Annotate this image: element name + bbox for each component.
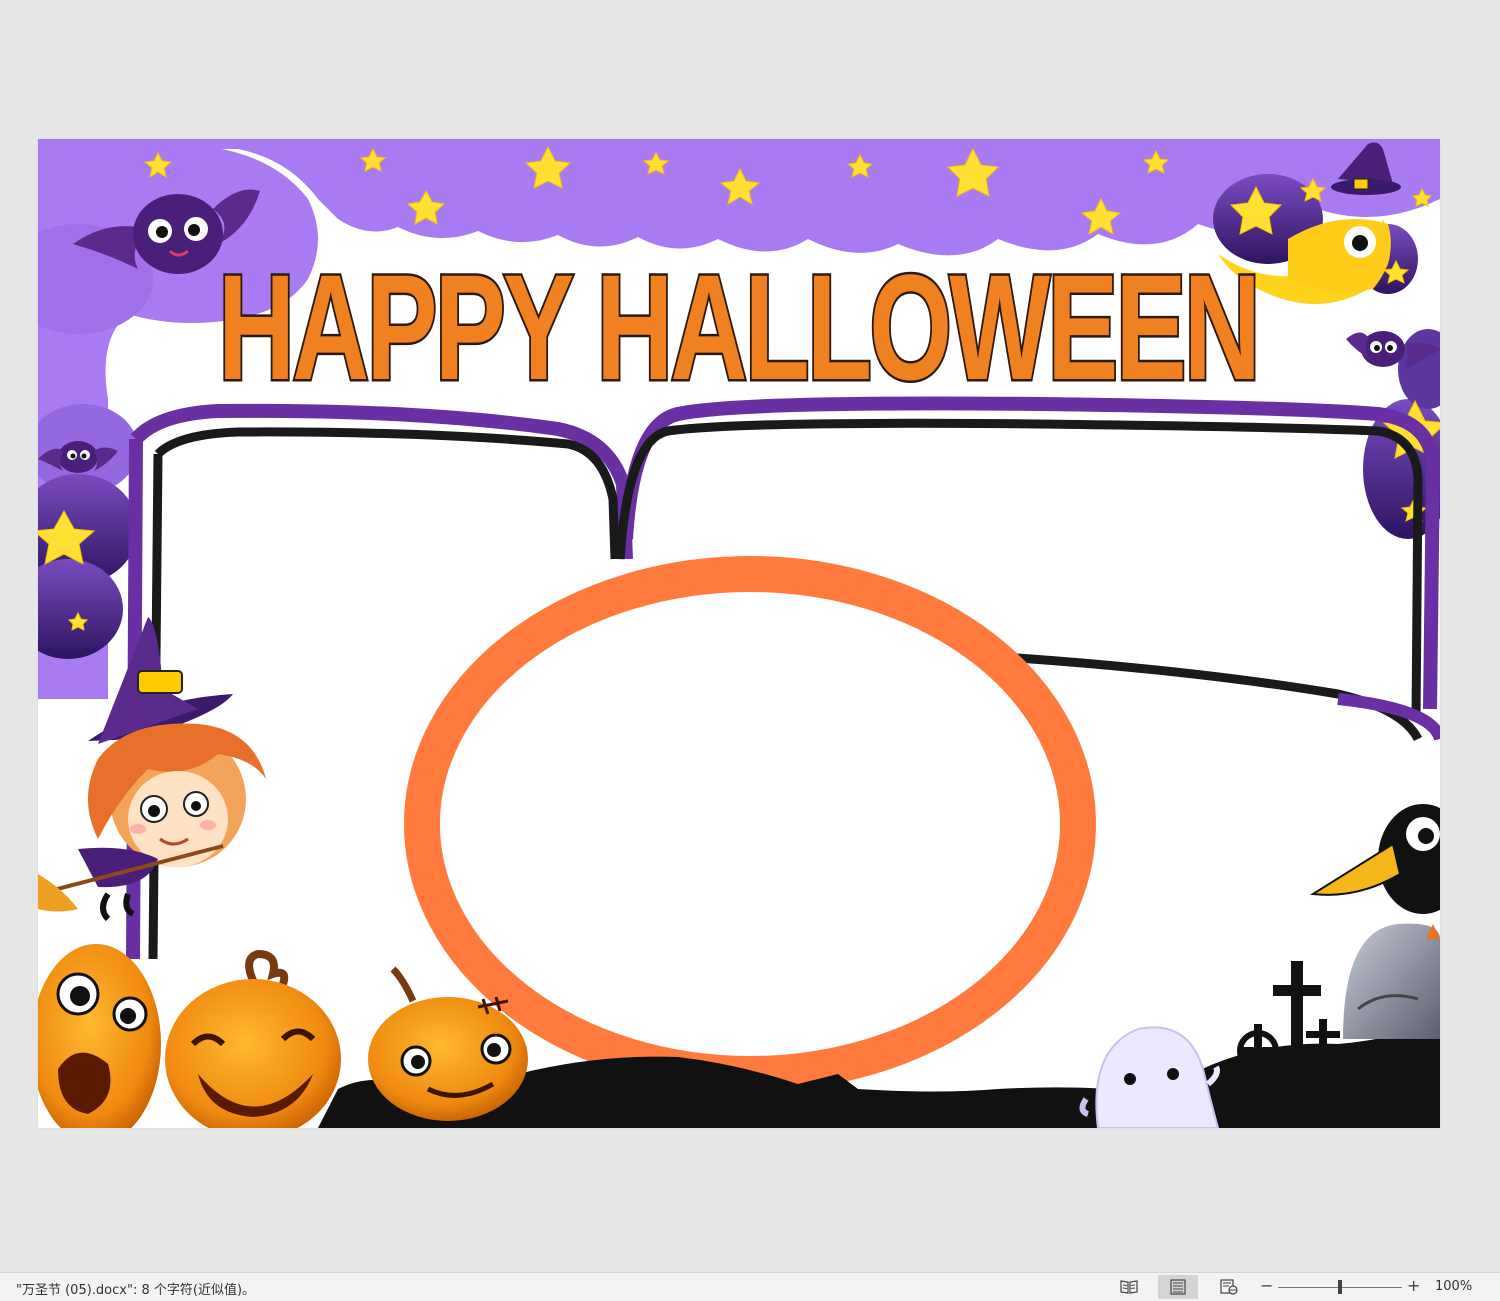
tombstone — [1343, 923, 1440, 1039]
web-layout-button[interactable] — [1209, 1275, 1249, 1299]
zoom-level[interactable]: 100% — [1435, 1279, 1472, 1294]
page-lines-icon — [1170, 1279, 1186, 1295]
book-icon — [1120, 1280, 1138, 1294]
web-layout-icon — [1220, 1279, 1238, 1295]
zoom-in-button[interactable]: + — [1407, 1276, 1420, 1296]
status-bar: "万圣节 (05).docx": 8 个字符(近似值)。 − + 100% — [0, 1272, 1500, 1301]
zoom-out-button[interactable]: − — [1260, 1276, 1273, 1296]
zoom-slider-thumb[interactable] — [1338, 1280, 1342, 1294]
ghost — [1079, 1026, 1220, 1128]
poster-title: HAPPY HALLOWEEN — [218, 243, 1258, 411]
raven — [1310, 804, 1440, 939]
document-workspace: HAPPY HALLOWEEN — [0, 0, 1500, 1272]
word-count-status[interactable]: "万圣节 (05).docx": 8 个字符(近似值)。 — [16, 1279, 255, 1298]
pumpkin-center — [165, 949, 341, 1128]
read-mode-button[interactable] — [1109, 1275, 1149, 1299]
document-page[interactable]: HAPPY HALLOWEEN — [38, 139, 1440, 1128]
halloween-poster-artwork: HAPPY HALLOWEEN — [38, 139, 1440, 1128]
pumpkin-left — [38, 944, 161, 1128]
print-layout-button[interactable] — [1158, 1275, 1198, 1299]
